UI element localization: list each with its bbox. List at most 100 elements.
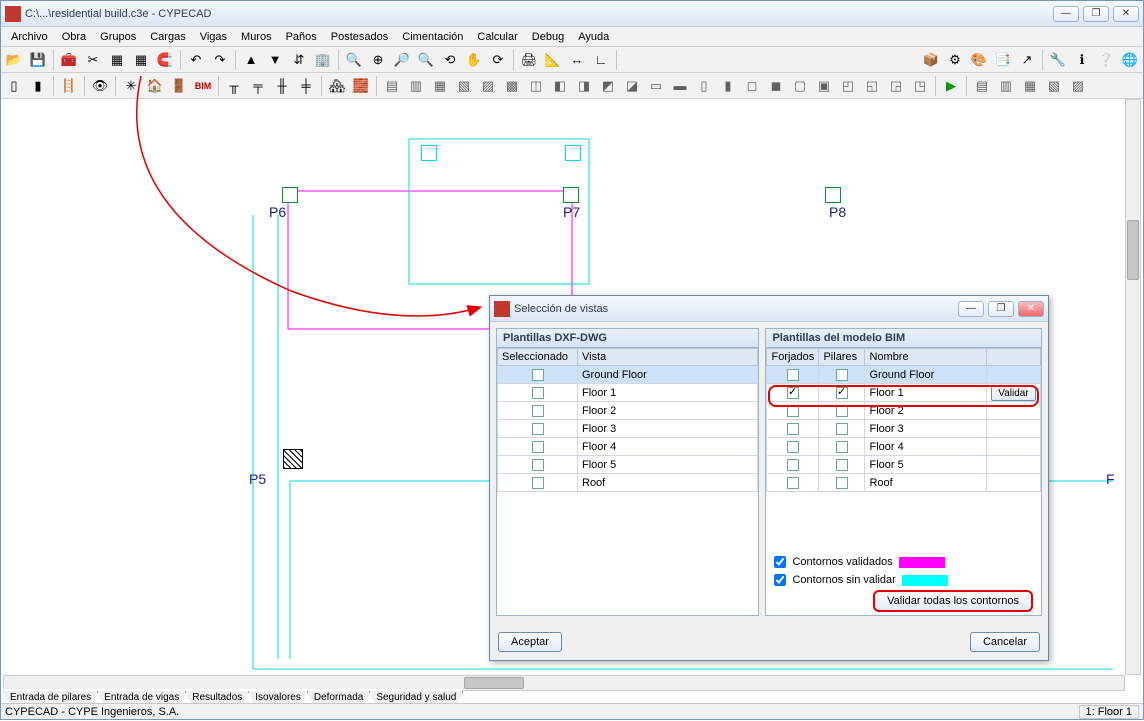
checkbox-pilares[interactable]: [836, 441, 848, 453]
eye-icon[interactable]: 👁: [89, 75, 111, 97]
table-row[interactable]: Floor 1: [498, 384, 758, 402]
menu-calcular[interactable]: Calcular: [471, 29, 523, 45]
table-row[interactable]: Roof: [767, 474, 1041, 492]
end4-icon[interactable]: ▧: [1043, 75, 1065, 97]
dialog-minimize-button[interactable]: —: [958, 301, 984, 317]
checkbox[interactable]: [532, 459, 544, 471]
menu-panos[interactable]: Paños: [280, 29, 323, 45]
slab19-icon[interactable]: ▣: [813, 75, 835, 97]
swatch-icon[interactable]: 🎨: [968, 49, 990, 71]
close-button[interactable]: ✕: [1113, 6, 1139, 22]
slab8-icon[interactable]: ◧: [549, 75, 571, 97]
wall-icon[interactable]: 🧱: [350, 75, 372, 97]
scissors-icon[interactable]: ✂: [82, 49, 104, 71]
rotate-icon[interactable]: ⟳: [487, 49, 509, 71]
slab7-icon[interactable]: ◫: [525, 75, 547, 97]
table-row[interactable]: Floor 5: [498, 456, 758, 474]
slab16-icon[interactable]: ◻: [741, 75, 763, 97]
checkbox-pilares[interactable]: [836, 459, 848, 471]
layers-icon[interactable]: 📑: [992, 49, 1014, 71]
col-nombre[interactable]: Nombre: [865, 349, 987, 366]
green-play-icon[interactable]: ▶: [940, 75, 962, 97]
print-icon[interactable]: 🖨: [518, 49, 540, 71]
table-row[interactable]: Floor 5: [767, 456, 1041, 474]
col-vista[interactable]: Vista: [578, 349, 758, 366]
table-row[interactable]: Floor 2: [498, 402, 758, 420]
menu-grupos[interactable]: Grupos: [94, 29, 142, 45]
checkbox-legend-sinvalidar[interactable]: [774, 574, 786, 586]
bld-icon[interactable]: 🏘: [326, 75, 348, 97]
menu-debug[interactable]: Debug: [526, 29, 570, 45]
table-row[interactable]: Floor 2: [767, 402, 1041, 420]
checkbox-forjados[interactable]: [787, 423, 799, 435]
col-icon[interactable]: ▯: [3, 75, 25, 97]
col-seleccionado[interactable]: Seleccionado: [498, 349, 578, 366]
door-icon[interactable]: 🚪: [168, 75, 190, 97]
about-icon[interactable]: 🌐: [1119, 49, 1141, 71]
checkbox[interactable]: [532, 423, 544, 435]
zoom-window-icon[interactable]: 🔍: [343, 49, 365, 71]
slab1-icon[interactable]: ▤: [381, 75, 403, 97]
zoom-in-icon[interactable]: 🔎: [391, 49, 413, 71]
checkbox-forjados[interactable]: [787, 441, 799, 453]
save-icon[interactable]: 💾: [27, 49, 49, 71]
magnet-icon[interactable]: 🧲: [154, 49, 176, 71]
checkbox[interactable]: [532, 441, 544, 453]
menu-postesados[interactable]: Postesados: [325, 29, 394, 45]
slab9-icon[interactable]: ◨: [573, 75, 595, 97]
checkbox-pilares[interactable]: [836, 477, 848, 489]
menu-muros[interactable]: Muros: [235, 29, 278, 45]
open-icon[interactable]: 📂: [3, 49, 25, 71]
beam-c-icon[interactable]: ╫: [271, 75, 293, 97]
menu-ayuda[interactable]: Ayuda: [572, 29, 615, 45]
validar-todas-button[interactable]: Validar todas los contornos: [873, 590, 1033, 612]
level-icon[interactable]: ⇵: [288, 49, 310, 71]
slab14-icon[interactable]: ▯: [693, 75, 715, 97]
snap-icon[interactable]: ▦: [130, 49, 152, 71]
beam-d-icon[interactable]: ╪: [295, 75, 317, 97]
gear-icon[interactable]: ⚙: [944, 49, 966, 71]
slab6-icon[interactable]: ▩: [501, 75, 523, 97]
table-row[interactable]: Floor 4: [767, 438, 1041, 456]
vertical-scrollbar[interactable]: [1125, 99, 1141, 675]
table-row[interactable]: Ground Floor: [767, 366, 1041, 384]
beam-b-icon[interactable]: ╤: [247, 75, 269, 97]
slab18-icon[interactable]: ▢: [789, 75, 811, 97]
slab13-icon[interactable]: ▬: [669, 75, 691, 97]
menu-cargas[interactable]: Cargas: [144, 29, 191, 45]
table-row[interactable]: Floor 4: [498, 438, 758, 456]
slab4-icon[interactable]: ▧: [453, 75, 475, 97]
cube-icon[interactable]: 📦: [920, 49, 942, 71]
ortho-icon[interactable]: ∟: [590, 49, 612, 71]
tool-icon[interactable]: 🧰: [58, 49, 80, 71]
table-row[interactable]: Ground Floor: [498, 366, 758, 384]
checkbox-forjados[interactable]: [787, 369, 799, 381]
slab12-icon[interactable]: ▭: [645, 75, 667, 97]
wall-col-icon[interactable]: ▮: [27, 75, 49, 97]
dim-icon[interactable]: ↔: [566, 49, 588, 71]
maximize-button[interactable]: ❐: [1083, 6, 1109, 22]
slab11-icon[interactable]: ◪: [621, 75, 643, 97]
end2-icon[interactable]: ▥: [995, 75, 1017, 97]
slab2-icon[interactable]: ▥: [405, 75, 427, 97]
zoom-extents-icon[interactable]: ⊕: [367, 49, 389, 71]
checkbox-pilares[interactable]: [836, 423, 848, 435]
checkbox[interactable]: [532, 477, 544, 489]
table-row[interactable]: Roof: [498, 474, 758, 492]
slab23-icon[interactable]: ◳: [909, 75, 931, 97]
slab3-icon[interactable]: ▦: [429, 75, 451, 97]
measure-icon[interactable]: 📐: [542, 49, 564, 71]
checkbox[interactable]: [532, 369, 544, 381]
checkbox[interactable]: [532, 387, 544, 399]
up-icon[interactable]: ▲: [240, 49, 262, 71]
validar-button[interactable]: Validar: [991, 386, 1035, 401]
end5-icon[interactable]: ▨: [1067, 75, 1089, 97]
menu-vigas[interactable]: Vigas: [194, 29, 233, 45]
table-row[interactable]: Floor 3: [498, 420, 758, 438]
undo-icon[interactable]: ↶: [185, 49, 207, 71]
star-icon[interactable]: ✳: [120, 75, 142, 97]
checkbox-forjados[interactable]: [787, 405, 799, 417]
grid-icon[interactable]: ▦: [106, 49, 128, 71]
dialog-close-button[interactable]: ✕: [1018, 301, 1044, 317]
slab22-icon[interactable]: ◲: [885, 75, 907, 97]
